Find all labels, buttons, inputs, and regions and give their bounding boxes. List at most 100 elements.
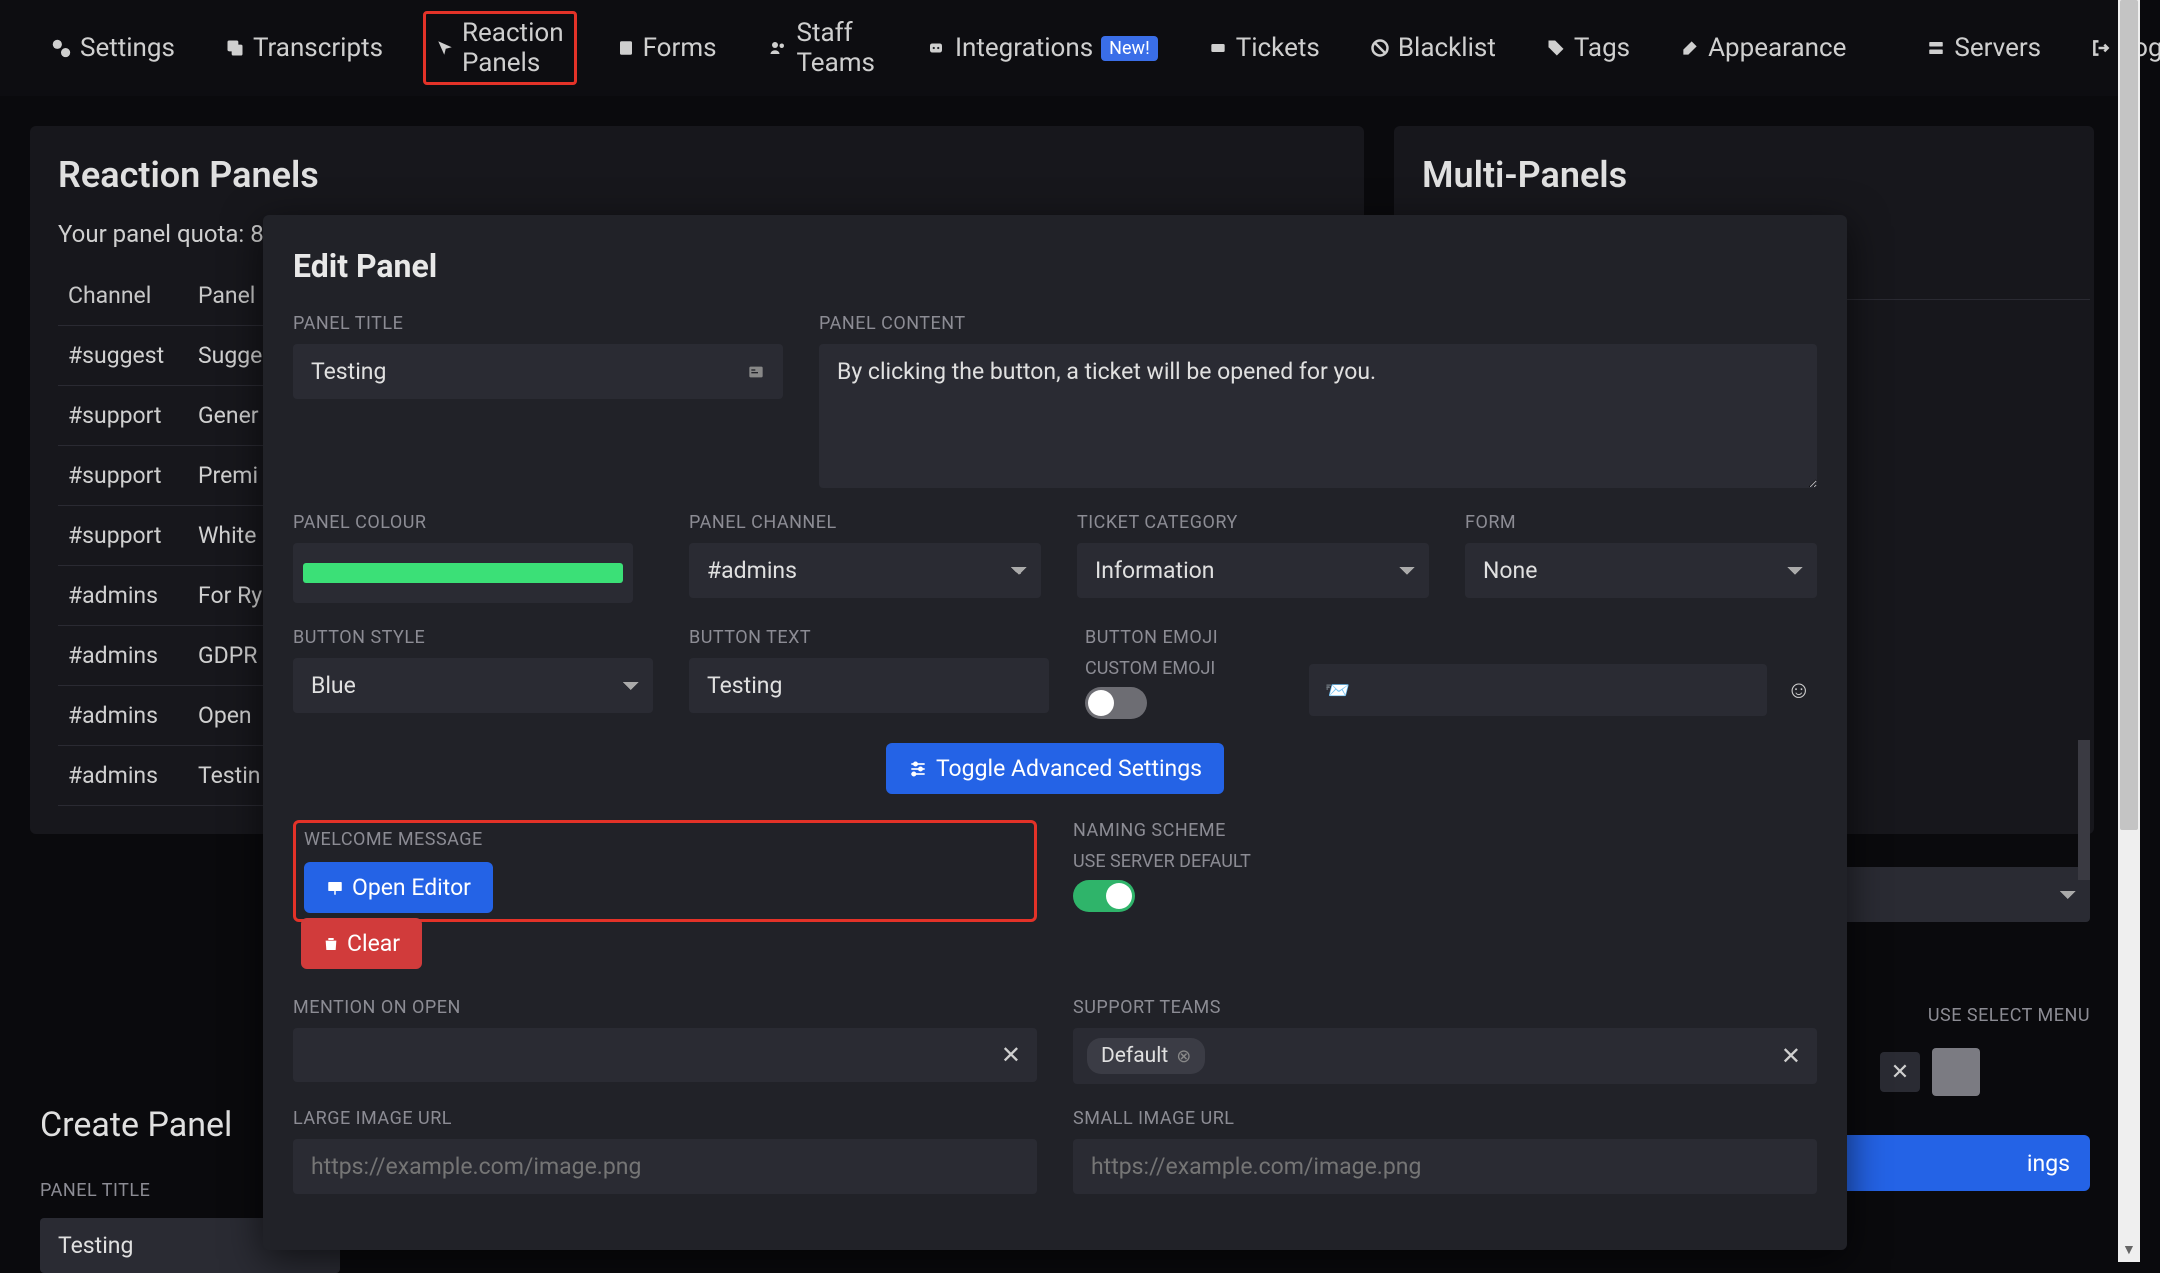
support-team-chip-label: Default — [1101, 1044, 1168, 1068]
panel-channel-select[interactable]: #admins — [689, 543, 1041, 598]
smile-icon[interactable]: ☺ — [1786, 676, 1811, 705]
nav-blacklist[interactable]: Blacklist — [1360, 27, 1506, 69]
open-editor-label: Open Editor — [352, 874, 471, 901]
ban-icon — [1370, 38, 1390, 58]
custom-emoji-toggle[interactable] — [1085, 687, 1147, 719]
custom-emoji-label: CUSTOM EMOJI — [1085, 658, 1285, 679]
open-editor-button[interactable]: Open Editor — [304, 862, 493, 913]
multi-panels-title: Multi-Panels — [1422, 154, 2066, 196]
cursor-icon — [436, 39, 454, 57]
inner-scrollbar[interactable] — [2078, 740, 2090, 880]
use-server-default-label: USE SERVER DEFAULT — [1073, 851, 1817, 872]
scroll-down-icon[interactable]: ▼ — [2122, 1241, 2136, 1258]
button-style-label: BUTTON STYLE — [293, 627, 653, 648]
page-scrollbar[interactable]: ▲ ▼ — [2118, 0, 2140, 1262]
clear-x-button[interactable]: ✕ — [1880, 1052, 1920, 1092]
col-channel: Channel — [68, 282, 198, 309]
nav-tags-label: Tags — [1574, 33, 1630, 63]
users-icon — [767, 39, 789, 57]
nav-blacklist-label: Blacklist — [1398, 33, 1496, 63]
welcome-message-label: WELCOME MESSAGE — [304, 829, 1026, 850]
nav-settings-label: Settings — [80, 33, 175, 63]
button-emoji-label: BUTTON EMOJI — [1085, 627, 1817, 648]
toggle-advanced-bg-label: ings — [2027, 1150, 2070, 1177]
nav-forms[interactable]: Forms — [607, 27, 727, 69]
brush-icon — [1680, 38, 1700, 58]
mention-on-open-label: MENTION ON OPEN — [293, 997, 1037, 1018]
panel-colour-label: PANEL COLOUR — [293, 512, 653, 533]
ticket-icon — [1208, 40, 1228, 56]
nav-transcripts[interactable]: Transcripts — [215, 27, 393, 69]
color-box[interactable] — [1932, 1048, 1980, 1096]
nav-transcripts-label: Transcripts — [253, 33, 383, 63]
tags-icon — [1546, 38, 1566, 58]
toggle-advanced-bg-button[interactable]: ings — [1840, 1135, 2090, 1191]
nav-tickets[interactable]: Tickets — [1198, 27, 1330, 69]
clear-label: Clear — [347, 930, 400, 957]
sliders-icon — [908, 759, 928, 779]
modal-title: Edit Panel — [293, 247, 1817, 285]
toggle-advanced-label: Toggle Advanced Settings — [936, 755, 1202, 782]
form-icon — [617, 39, 635, 57]
nav-staff-teams-label: Staff Teams — [797, 18, 875, 78]
clear-mention-icon[interactable]: ✕ — [1001, 1041, 1021, 1069]
button-text-input[interactable] — [689, 658, 1049, 713]
robot-icon — [925, 39, 947, 57]
copy-icon — [225, 38, 245, 58]
clear-teams-icon[interactable]: ✕ — [1781, 1042, 1801, 1070]
create-panel-title: Create Panel — [40, 1105, 232, 1145]
nav-servers-label: Servers — [1954, 33, 2041, 63]
panel-content-label: PANEL CONTENT — [819, 313, 1817, 334]
panel-title-label: PANEL TITLE — [293, 313, 783, 334]
servers-icon — [1926, 39, 1946, 57]
presentation-icon — [326, 879, 344, 897]
edit-panel-modal: Edit Panel PANEL TITLE PANEL CONTENT By … — [263, 215, 1847, 1250]
naming-scheme-label: NAMING SCHEME — [1073, 820, 1817, 841]
mini-clear-row: ✕ — [1880, 1048, 1980, 1096]
nav-appearance-label: Appearance — [1708, 33, 1846, 63]
chip-remove-icon[interactable]: ⊗ — [1176, 1046, 1191, 1067]
use-server-default-toggle[interactable] — [1073, 880, 1135, 912]
large-image-url-input[interactable] — [293, 1139, 1037, 1194]
nav-tickets-label: Tickets — [1236, 33, 1320, 63]
top-nav: Settings Transcripts Reaction Panels For… — [0, 0, 2140, 96]
trash-icon — [323, 935, 339, 953]
panel-colour-swatch[interactable] — [293, 543, 633, 603]
ticket-category-select[interactable]: Information — [1077, 543, 1429, 598]
scrollbar-thumb[interactable] — [2120, 0, 2138, 830]
new-badge: New! — [1101, 36, 1158, 61]
ticket-category-label: TICKET CATEGORY — [1077, 512, 1429, 533]
mention-on-open-input[interactable]: ✕ — [293, 1028, 1037, 1082]
button-text-label: BUTTON TEXT — [689, 627, 1049, 648]
toggle-advanced-button[interactable]: Toggle Advanced Settings — [886, 743, 1224, 794]
nav-settings[interactable]: Settings — [40, 27, 185, 69]
clear-button[interactable]: Clear — [301, 918, 422, 969]
nav-tags[interactable]: Tags — [1536, 27, 1640, 69]
use-select-menu-label: USE SELECT MENU — [1870, 1005, 2090, 1036]
emoji-input[interactable]: 📨 ☺ — [1309, 664, 1767, 716]
panel-channel-label: PANEL CHANNEL — [689, 512, 1041, 533]
card-icon — [745, 364, 767, 380]
nav-servers[interactable]: Servers — [1916, 27, 2051, 69]
nav-integrations[interactable]: Integrations New! — [915, 27, 1168, 69]
envelope-icon: 📨 — [1325, 678, 1350, 702]
support-teams-input[interactable]: Default ⊗ ✕ — [1073, 1028, 1817, 1084]
nav-forms-label: Forms — [643, 33, 717, 63]
form-select[interactable]: None — [1465, 543, 1817, 598]
large-image-url-label: LARGE IMAGE URL — [293, 1108, 1037, 1129]
nav-staff-teams[interactable]: Staff Teams — [757, 12, 885, 84]
nav-reaction-panels-label: Reaction Panels — [462, 18, 564, 78]
create-panel-title-label: PANEL TITLE — [40, 1180, 150, 1201]
support-teams-label: SUPPORT TEAMS — [1073, 997, 1817, 1018]
panel-title-input[interactable] — [293, 344, 783, 399]
nav-reaction-panels[interactable]: Reaction Panels — [423, 11, 577, 85]
button-style-select[interactable]: Blue — [293, 658, 653, 713]
gears-icon — [50, 37, 72, 59]
nav-integrations-label: Integrations — [955, 33, 1093, 63]
nav-appearance[interactable]: Appearance — [1670, 27, 1856, 69]
small-image-url-label: SMALL IMAGE URL — [1073, 1108, 1817, 1129]
form-label: FORM — [1465, 512, 1817, 533]
support-team-chip[interactable]: Default ⊗ — [1087, 1038, 1205, 1074]
panel-content-textarea[interactable]: By clicking the button, a ticket will be… — [819, 344, 1817, 488]
small-image-url-input[interactable] — [1073, 1139, 1817, 1194]
